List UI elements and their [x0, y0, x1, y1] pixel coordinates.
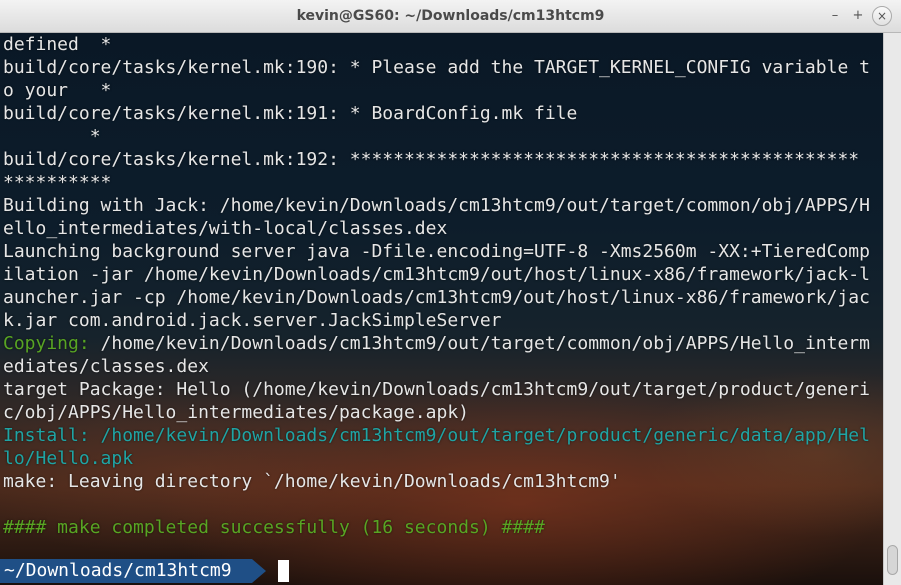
- terminal-line-segment: Copying:: [3, 333, 90, 354]
- terminal-lines: defined * build/core/tasks/kernel.mk:190:…: [3, 33, 870, 539]
- terminal-line: #### make completed successfully (16 sec…: [3, 517, 545, 538]
- window-title: kevin@GS60: ~/Downloads/cm13htcm9: [296, 8, 605, 24]
- scrollbar-thumb[interactable]: [887, 545, 898, 575]
- terminal-line: lo/Hello.apk: [3, 448, 134, 469]
- terminal-line: auncher.jar -cp /home/kevin/Downloads/cm…: [3, 287, 870, 308]
- close-button[interactable]: ×: [872, 6, 892, 26]
- terminal-line: Launching background server java -Dfile.…: [3, 241, 870, 262]
- prompt-arrow-icon: [252, 559, 266, 583]
- terminal-line: build/core/tasks/kernel.mk:191: * BoardC…: [3, 103, 578, 124]
- terminal-line: ediates/classes.dex: [3, 356, 209, 377]
- title-bar[interactable]: kevin@GS60: ~/Downloads/cm13htcm9 – + ×: [0, 0, 901, 33]
- terminal-line: defined *: [3, 34, 112, 55]
- terminal-line: build/core/tasks/kernel.mk:190: * Please…: [3, 57, 870, 78]
- terminal-line: *: [3, 126, 101, 147]
- terminal-line: o your *: [3, 80, 112, 101]
- scrollbar[interactable]: [883, 33, 901, 585]
- terminal-line: target Package: Hello (/home/kevin/Downl…: [3, 379, 870, 400]
- terminal-line: Copying: /home/kevin/Downloads/cm13htcm9…: [3, 332, 870, 355]
- terminal-window: kevin@GS60: ~/Downloads/cm13htcm9 – + × …: [0, 0, 901, 585]
- terminal-line: **********: [3, 172, 112, 193]
- terminal-line: ello_intermediates/with-local/classes.de…: [3, 218, 448, 239]
- prompt-path: ~/Downloads/cm13htcm9: [0, 559, 252, 583]
- terminal-line: Install: /home/kevin/Downloads/cm13htcm9…: [3, 425, 870, 446]
- maximize-button[interactable]: +: [849, 7, 867, 25]
- terminal-line: make: Leaving directory `/home/kevin/Dow…: [3, 471, 621, 492]
- minimize-button[interactable]: –: [826, 7, 844, 25]
- terminal-line: Building with Jack: /home/kevin/Download…: [3, 195, 870, 216]
- terminal-line-segment: /home/kevin/Downloads/cm13htcm9/out/targ…: [89, 333, 870, 354]
- text-cursor[interactable]: [278, 560, 289, 582]
- terminal-output-area[interactable]: defined * build/core/tasks/kernel.mk:190:…: [0, 33, 883, 585]
- terminal-line: ilation -jar /home/kevin/Downloads/cm13h…: [3, 264, 870, 285]
- terminal-line: k.jar com.android.jack.server.JackSimple…: [3, 310, 502, 331]
- terminal-line: c/obj/APPS/Hello_intermediates/package.a…: [3, 402, 469, 423]
- terminal-line: build/core/tasks/kernel.mk:192: ********…: [3, 149, 860, 170]
